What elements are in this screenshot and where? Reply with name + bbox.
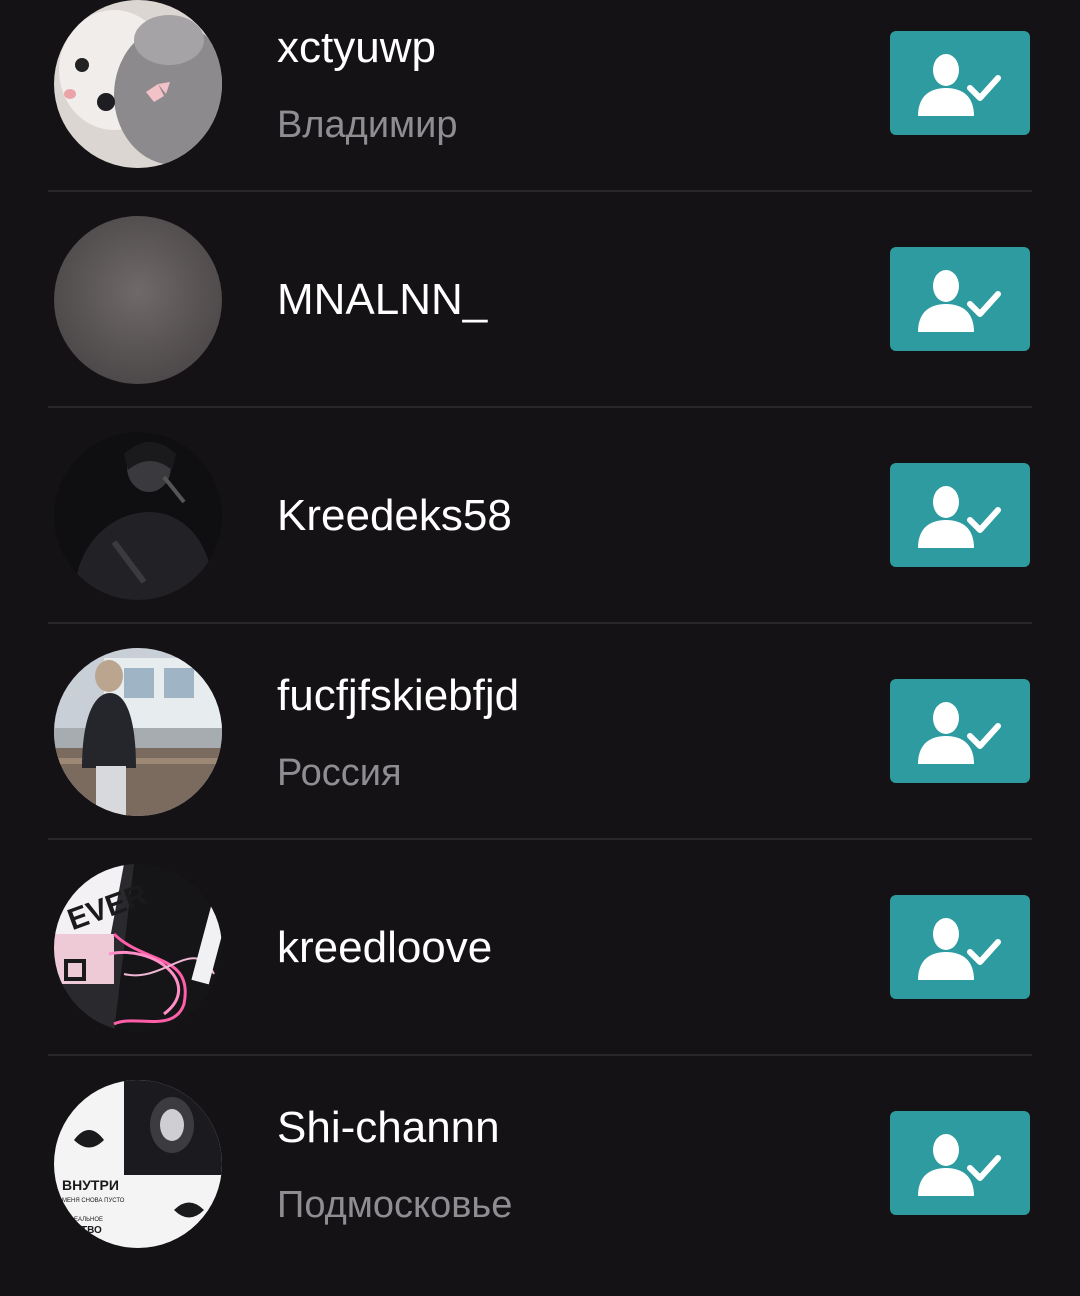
location-subtitle: Владимир xyxy=(277,104,458,146)
list-item[interactable]: fucfjfskiebfjd Россия xyxy=(0,648,1080,864)
pink-stickers-avatar-image: EVER xyxy=(54,864,222,1032)
poster-main-text: ВНУТРИ xyxy=(62,1177,119,1193)
divider xyxy=(48,1054,1032,1056)
username[interactable]: kreedloove xyxy=(277,922,492,974)
username[interactable]: Kreedeks58 xyxy=(277,490,512,542)
user-check-icon xyxy=(918,54,1001,116)
anime-poster-avatar-image: ВНУТРИ МЕНЯ СНОВА ПУСТО ЕАЛЬНОЕ СТВО xyxy=(54,1080,222,1248)
user-check-icon xyxy=(918,702,1001,764)
user-check-icon xyxy=(918,486,1001,548)
divider xyxy=(48,406,1032,408)
following-button[interactable] xyxy=(890,679,1030,783)
singer-avatar-image xyxy=(54,432,222,600)
kitten-avatar-image xyxy=(54,0,222,168)
location-subtitle: Россия xyxy=(277,752,402,794)
avatar[interactable] xyxy=(54,0,222,168)
poster-line-3: ЕАЛЬНОЕ xyxy=(74,1217,103,1223)
following-button[interactable] xyxy=(890,463,1030,567)
username[interactable]: MNALNN_ xyxy=(277,274,487,326)
username[interactable]: Shi-channn xyxy=(277,1102,500,1154)
window-girl-avatar-image xyxy=(54,648,222,816)
user-check-icon xyxy=(918,1134,1001,1196)
avatar[interactable] xyxy=(54,432,222,600)
list-item[interactable]: MNALNN_ xyxy=(0,216,1080,432)
avatar[interactable]: EVER xyxy=(54,864,222,1032)
avatar[interactable] xyxy=(54,216,222,384)
avatar[interactable]: ВНУТРИ МЕНЯ СНОВА ПУСТО ЕАЛЬНОЕ СТВО xyxy=(54,1080,222,1248)
blurred-avatar-image xyxy=(54,216,222,384)
list-item[interactable]: ВНУТРИ МЕНЯ СНОВА ПУСТО ЕАЛЬНОЕ СТВО Shi… xyxy=(0,1080,1080,1296)
list-item[interactable]: xctyuwp Владимир xyxy=(0,0,1080,216)
following-button[interactable] xyxy=(890,895,1030,999)
following-button[interactable] xyxy=(890,1111,1030,1215)
avatar[interactable] xyxy=(54,648,222,816)
user-check-icon xyxy=(918,270,1001,332)
following-button[interactable] xyxy=(890,247,1030,351)
location-subtitle: Подмосковье xyxy=(277,1184,513,1226)
poster-line-2: МЕНЯ СНОВА ПУСТО xyxy=(62,1198,125,1204)
poster-line-4: СТВО xyxy=(74,1225,102,1236)
list-item[interactable]: Kreedeks58 xyxy=(0,432,1080,648)
following-button[interactable] xyxy=(890,31,1030,135)
user-check-icon xyxy=(918,918,1001,980)
divider xyxy=(48,190,1032,192)
divider xyxy=(48,838,1032,840)
divider xyxy=(48,622,1032,624)
username[interactable]: fucfjfskiebfjd xyxy=(277,670,519,722)
username[interactable]: xctyuwp xyxy=(277,22,436,74)
list-item[interactable]: EVER kreedloove xyxy=(0,864,1080,1080)
